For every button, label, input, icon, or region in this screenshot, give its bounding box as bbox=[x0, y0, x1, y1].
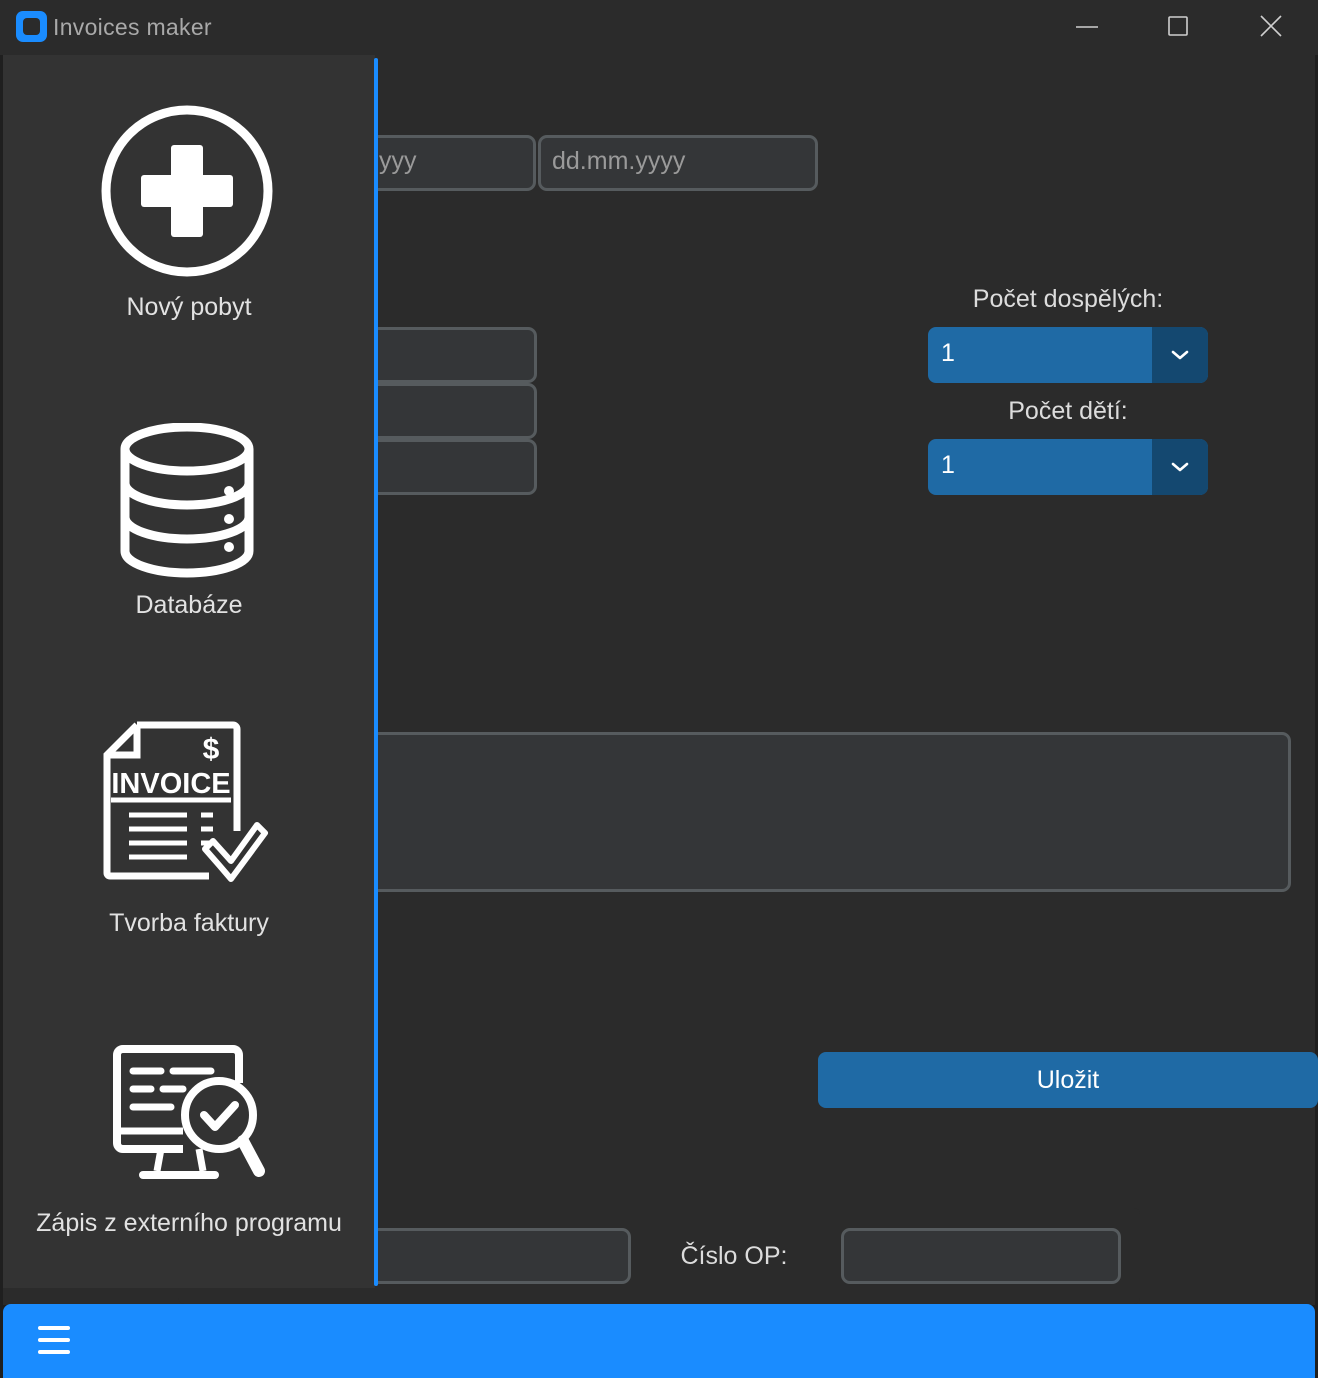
children-label: Počet dětí: bbox=[1008, 397, 1128, 425]
sidebar-item-label: Zápis z externího programu bbox=[36, 1209, 342, 1237]
app-logo-icon bbox=[16, 11, 47, 42]
close-icon[interactable] bbox=[1253, 10, 1289, 44]
sidebar-item-label: Databáze bbox=[135, 591, 243, 619]
note-textbox[interactable] bbox=[340, 732, 1291, 892]
sidebar-item-create-invoice[interactable]: $ INVOICE Tvorba faktury bbox=[3, 721, 375, 1001]
id-card-input[interactable] bbox=[841, 1228, 1121, 1284]
sidebar-item-label: Nový pobyt bbox=[126, 293, 252, 321]
save-button[interactable]: Uložit bbox=[818, 1052, 1318, 1108]
sidebar-item-label: Tvorba faktury bbox=[109, 909, 269, 937]
chevron-down-icon[interactable] bbox=[1152, 439, 1208, 495]
svg-text:$: $ bbox=[203, 733, 220, 766]
minimize-icon[interactable] bbox=[1069, 10, 1105, 44]
sidebar-item-new-stay[interactable]: Nový pobyt bbox=[3, 105, 375, 385]
sidebar-item-external-import[interactable]: Zápis z externího programu bbox=[3, 1045, 375, 1245]
maximize-icon[interactable] bbox=[1160, 10, 1196, 44]
chevron-down-icon[interactable] bbox=[1152, 327, 1208, 383]
children-value: 1 bbox=[941, 451, 955, 479]
monitor-search-icon bbox=[113, 1045, 265, 1179]
invoice-icon: $ INVOICE bbox=[103, 721, 268, 882]
hamburger-menu-icon[interactable] bbox=[38, 1326, 70, 1358]
window-title: Invoices maker bbox=[53, 14, 212, 40]
adults-value: 1 bbox=[941, 339, 955, 367]
plus-circle-icon bbox=[101, 105, 273, 277]
bottom-bar bbox=[3, 1304, 1315, 1378]
sidebar-item-database[interactable]: Databáze bbox=[3, 423, 375, 683]
id-card-label: Číslo OP: bbox=[680, 1242, 788, 1270]
children-combobox[interactable]: 1 bbox=[928, 439, 1208, 495]
svg-text:INVOICE: INVOICE bbox=[111, 768, 230, 800]
date-to-placeholder: dd.mm.yyyy bbox=[552, 147, 686, 175]
sidebar-divider bbox=[374, 58, 378, 1286]
date-to-input[interactable]: dd.mm.yyyy bbox=[538, 135, 818, 191]
adults-label: Počet dospělých: bbox=[972, 285, 1164, 313]
adults-combobox[interactable]: 1 bbox=[928, 327, 1208, 383]
database-icon bbox=[120, 423, 254, 578]
date-from-text: yyy bbox=[379, 147, 417, 175]
title-bar: Invoices maker bbox=[0, 0, 1318, 55]
guest-name-input[interactable] bbox=[340, 1228, 631, 1284]
sidebar: Nový pobyt Databáze $ INVOICE Tvorba fak… bbox=[3, 55, 375, 1288]
